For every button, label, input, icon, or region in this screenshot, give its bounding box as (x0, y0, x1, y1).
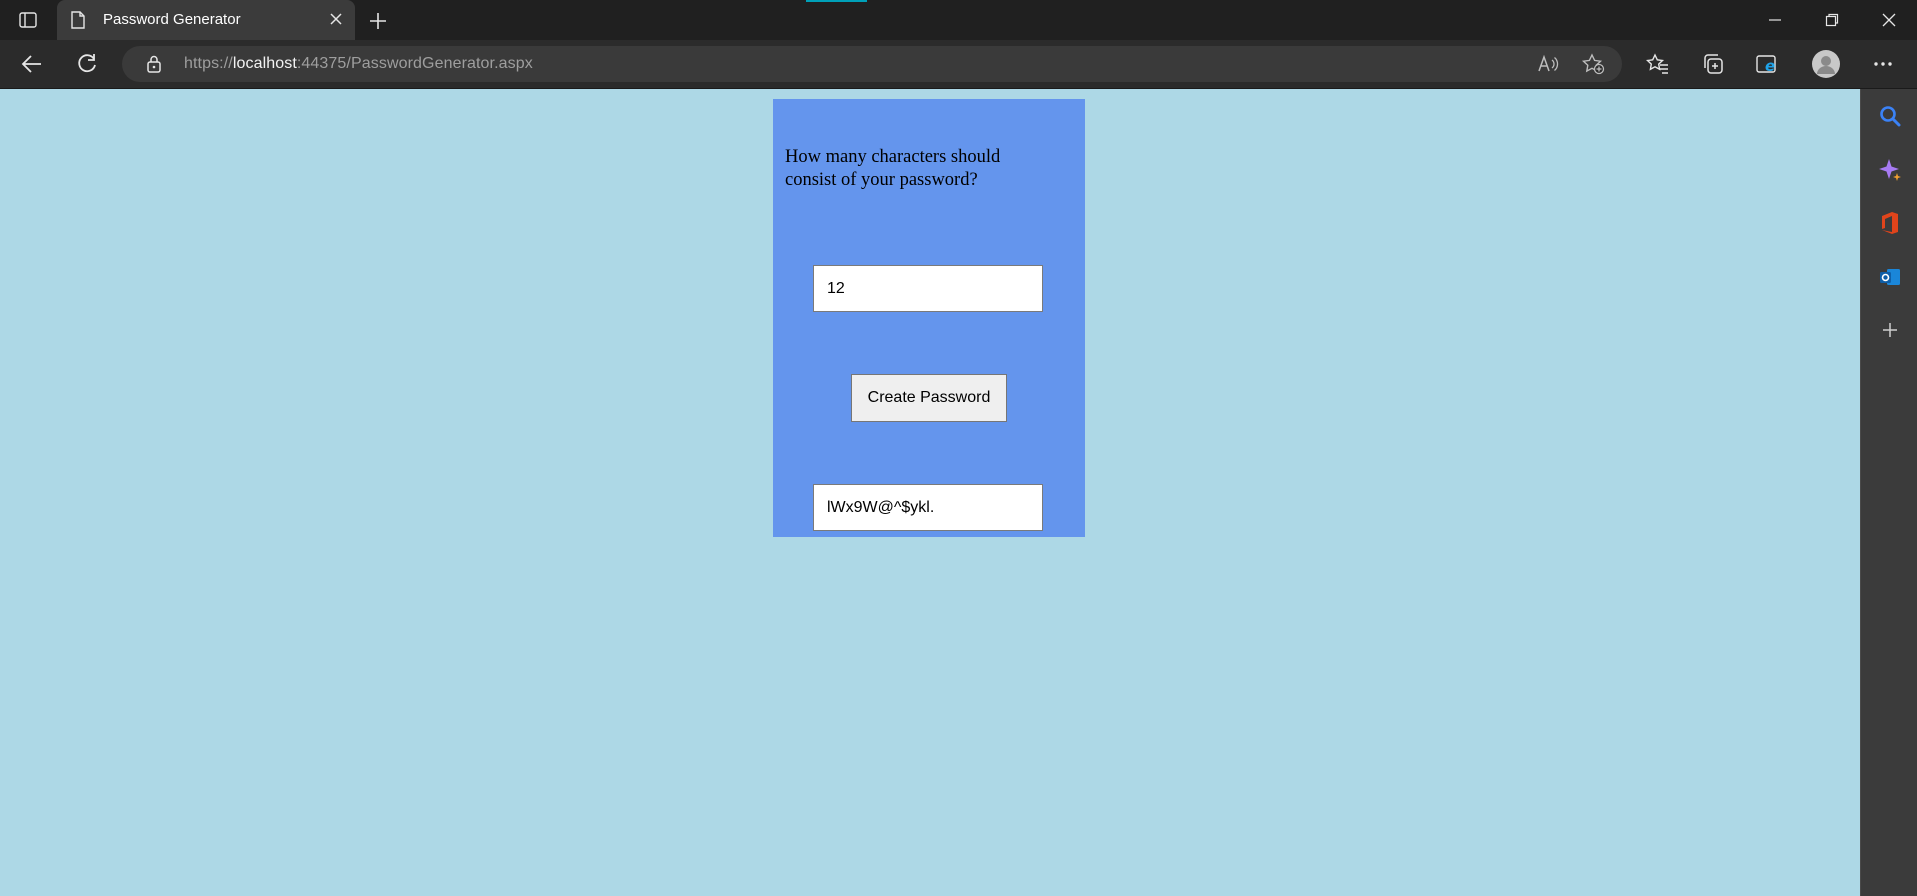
tab-drag-indicator (806, 0, 867, 2)
close-window-icon[interactable] (1860, 0, 1917, 40)
minimize-icon[interactable] (1746, 0, 1803, 40)
add-sidebar-app-icon[interactable] (1877, 317, 1903, 343)
add-favorite-icon[interactable] (1581, 52, 1605, 76)
search-icon[interactable] (1877, 103, 1903, 129)
new-tab-icon[interactable] (366, 9, 390, 33)
restore-icon[interactable] (1803, 0, 1860, 40)
url-text[interactable]: https://localhost:44375/PasswordGenerato… (184, 55, 533, 73)
lock-icon[interactable] (146, 55, 162, 78)
browser-toolbar: https://localhost:44375/PasswordGenerato… (0, 40, 1917, 89)
close-tab-icon[interactable] (329, 12, 343, 31)
browser-title-bar: Password Generator (0, 0, 1917, 40)
url-scheme: https:// (184, 55, 233, 72)
page-icon (71, 11, 85, 34)
collections-icon[interactable] (1697, 48, 1729, 80)
password-length-input[interactable]: 12 (813, 265, 1043, 312)
copilot-sparkle-icon[interactable] (1877, 157, 1903, 183)
create-password-button[interactable]: Create Password (851, 374, 1007, 422)
window-controls (1746, 0, 1917, 40)
tab-actions-icon[interactable] (12, 8, 44, 32)
length-question-label: How many characters should consist of yo… (785, 147, 1001, 190)
password-generator-panel: How many characters should consist of yo… (773, 99, 1085, 537)
active-tab[interactable]: Password Generator (57, 0, 355, 40)
more-options-icon[interactable] (1867, 48, 1899, 80)
favorites-icon[interactable] (1642, 48, 1674, 80)
profile-avatar-icon[interactable] (1810, 48, 1842, 80)
read-aloud-icon[interactable] (1536, 52, 1560, 76)
url-host: localhost (232, 55, 297, 72)
address-bar[interactable]: https://localhost:44375/PasswordGenerato… (122, 46, 1622, 82)
generated-password-output[interactable]: lWx9W@^$ykl. (813, 484, 1043, 531)
back-arrow-icon[interactable] (16, 48, 48, 80)
outlook-icon[interactable] (1877, 264, 1903, 290)
svg-text:e: e (1765, 57, 1775, 75)
office-icon[interactable] (1877, 210, 1903, 236)
refresh-icon[interactable] (71, 48, 103, 80)
tab-title: Password Generator (103, 11, 241, 28)
internet-explorer-mode-icon[interactable]: e (1752, 48, 1784, 80)
url-path: :44375/PasswordGenerator.aspx (296, 55, 533, 72)
edge-sidebar (1860, 89, 1917, 896)
